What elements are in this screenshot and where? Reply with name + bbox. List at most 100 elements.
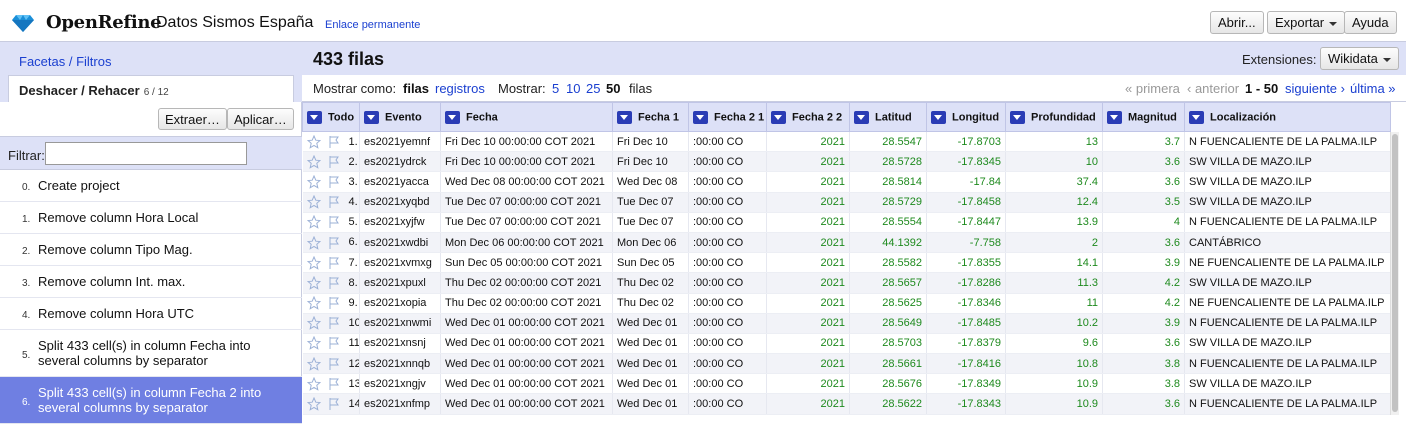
- column-header[interactable]: Latitud: [849, 102, 927, 132]
- column-header[interactable]: Fecha 2 1: [688, 102, 767, 132]
- table-cell[interactable]: NE FUENCALIENTE DE LA PALMA.ILP: [1184, 252, 1391, 274]
- table-cell[interactable]: :00:00 CO: [688, 151, 767, 173]
- table-cell[interactable]: :00:00 CO: [688, 131, 767, 153]
- column-header[interactable]: Evento: [359, 102, 441, 132]
- column-menu-icon[interactable]: [1107, 110, 1122, 124]
- table-cell[interactable]: -7.758: [926, 232, 1006, 254]
- table-cell[interactable]: es2021xyqbd: [359, 192, 441, 213]
- table-cell[interactable]: N FUENCALIENTE DE LA PALMA.ILP: [1184, 353, 1391, 375]
- column-menu-icon[interactable]: [1010, 110, 1025, 124]
- tab-facets-filters[interactable]: Facetas / Filtros: [19, 54, 111, 69]
- table-cell[interactable]: N FUENCALIENTE DE LA PALMA.ILP: [1184, 393, 1391, 415]
- table-cell[interactable]: Tue Dec 07: [612, 192, 689, 213]
- table-cell[interactable]: 2021: [766, 232, 850, 254]
- table-cell[interactable]: es2021ydrck: [359, 151, 441, 173]
- column-header[interactable]: Magnitud: [1102, 102, 1185, 132]
- table-cell[interactable]: Wed Dec 08 00:00:00 COT 2021: [440, 171, 613, 193]
- table-cell[interactable]: N FUENCALIENTE DE LA PALMA.ILP: [1184, 313, 1391, 334]
- table-cell[interactable]: es2021xpuxl: [359, 272, 441, 294]
- table-cell[interactable]: :00:00 CO: [688, 232, 767, 254]
- column-header[interactable]: Localización: [1184, 102, 1391, 132]
- table-cell[interactable]: Thu Dec 02: [612, 272, 689, 294]
- table-cell[interactable]: 28.5728: [849, 151, 927, 173]
- column-menu-icon[interactable]: [1189, 110, 1204, 124]
- table-cell[interactable]: 28.5649: [849, 313, 927, 334]
- table-cell[interactable]: es2021xopia: [359, 293, 441, 314]
- star-icon[interactable]: [306, 396, 321, 411]
- table-cell[interactable]: 2021: [766, 353, 850, 375]
- table-cell[interactable]: 28.5676: [849, 373, 927, 395]
- table-cell[interactable]: Fri Dec 10 00:00:00 COT 2021: [440, 131, 613, 153]
- table-cell[interactable]: es2021xvmxg: [359, 252, 441, 274]
- star-icon[interactable]: [306, 275, 321, 290]
- column-menu-icon[interactable]: [445, 110, 460, 124]
- table-cell[interactable]: es2021yacca: [359, 171, 441, 193]
- table-cell[interactable]: Mon Dec 06 00:00:00 COT 2021: [440, 232, 613, 254]
- flag-icon[interactable]: [327, 175, 341, 189]
- column-menu-icon[interactable]: [693, 110, 708, 124]
- table-cell[interactable]: 3.8: [1102, 353, 1185, 375]
- flag-icon[interactable]: [327, 357, 341, 371]
- table-cell[interactable]: Fri Dec 10: [612, 151, 689, 173]
- vertical-scrollbar[interactable]: [1390, 132, 1399, 415]
- table-cell[interactable]: 3.6: [1102, 232, 1185, 254]
- table-cell[interactable]: -17.8379: [926, 333, 1006, 355]
- table-cell[interactable]: 3.9: [1102, 313, 1185, 334]
- table-cell[interactable]: 28.5661: [849, 353, 927, 375]
- history-item[interactable]: 0. Create project: [0, 170, 302, 202]
- table-cell[interactable]: Wed Dec 01: [612, 393, 689, 415]
- table-cell[interactable]: Tue Dec 07 00:00:00 COT 2021: [440, 192, 613, 213]
- table-cell[interactable]: 28.5582: [849, 252, 927, 274]
- flag-icon[interactable]: [327, 135, 341, 149]
- flag-icon[interactable]: [327, 336, 341, 350]
- table-cell[interactable]: Thu Dec 02: [612, 293, 689, 314]
- table-cell[interactable]: 9.6: [1005, 333, 1103, 355]
- history-item[interactable]: 6. Split 433 cell(s) in column Fecha 2 in…: [0, 377, 302, 424]
- wikidata-button[interactable]: Wikidata: [1320, 47, 1399, 70]
- table-cell[interactable]: es2021xnnqb: [359, 353, 441, 375]
- table-cell[interactable]: 13.9: [1005, 212, 1103, 233]
- table-cell[interactable]: -17.8286: [926, 272, 1006, 294]
- table-cell[interactable]: :00:00 CO: [688, 353, 767, 375]
- table-cell[interactable]: 28.5703: [849, 333, 927, 355]
- table-cell[interactable]: N FUENCALIENTE DE LA PALMA.ILP: [1184, 131, 1391, 153]
- table-cell[interactable]: Wed Dec 01 00:00:00 COT 2021: [440, 353, 613, 375]
- table-cell[interactable]: -17.8458: [926, 192, 1006, 213]
- table-cell[interactable]: 10.9: [1005, 393, 1103, 415]
- table-cell[interactable]: NE FUENCALIENTE DE LA PALMA.ILP: [1184, 293, 1391, 314]
- star-icon[interactable]: [306, 376, 321, 391]
- table-cell[interactable]: 2021: [766, 272, 850, 294]
- table-cell[interactable]: :00:00 CO: [688, 212, 767, 233]
- history-item[interactable]: 5. Split 433 cell(s) in column Fecha into…: [0, 330, 302, 377]
- table-cell[interactable]: es2021xnwmi: [359, 313, 441, 334]
- table-cell[interactable]: 28.5657: [849, 272, 927, 294]
- table-cell[interactable]: 3.7: [1102, 131, 1185, 153]
- table-cell[interactable]: 10.2: [1005, 313, 1103, 334]
- table-cell[interactable]: Wed Dec 01: [612, 353, 689, 375]
- table-cell[interactable]: 14.1: [1005, 252, 1103, 274]
- table-cell[interactable]: es2021yemnf: [359, 131, 441, 153]
- star-icon[interactable]: [306, 255, 321, 270]
- table-cell[interactable]: 3.6: [1102, 393, 1185, 415]
- table-cell[interactable]: SW VILLA DE MAZO.ILP: [1184, 171, 1391, 193]
- history-item[interactable]: 2. Remove column Tipo Mag.: [0, 234, 302, 266]
- star-icon[interactable]: [306, 154, 321, 169]
- table-cell[interactable]: -17.8345: [926, 151, 1006, 173]
- table-cell[interactable]: 28.5729: [849, 192, 927, 213]
- table-cell[interactable]: 4: [1102, 212, 1185, 233]
- table-cell[interactable]: SW VILLA DE MAZO.ILP: [1184, 272, 1391, 294]
- table-cell[interactable]: 10.8: [1005, 353, 1103, 375]
- table-cell[interactable]: -17.8346: [926, 293, 1006, 314]
- table-cell[interactable]: 2021: [766, 212, 850, 233]
- star-icon[interactable]: [306, 194, 321, 209]
- table-cell[interactable]: 10: [1005, 151, 1103, 173]
- star-icon[interactable]: [306, 336, 321, 351]
- column-header[interactable]: Longitud: [926, 102, 1006, 132]
- table-cell[interactable]: es2021xwdbi: [359, 232, 441, 254]
- table-cell[interactable]: :00:00 CO: [688, 252, 767, 274]
- flag-icon[interactable]: [327, 316, 341, 330]
- flag-icon[interactable]: [327, 155, 341, 169]
- table-cell[interactable]: 13: [1005, 131, 1103, 153]
- table-cell[interactable]: 2021: [766, 151, 850, 173]
- table-cell[interactable]: SW VILLA DE MAZO.ILP: [1184, 333, 1391, 355]
